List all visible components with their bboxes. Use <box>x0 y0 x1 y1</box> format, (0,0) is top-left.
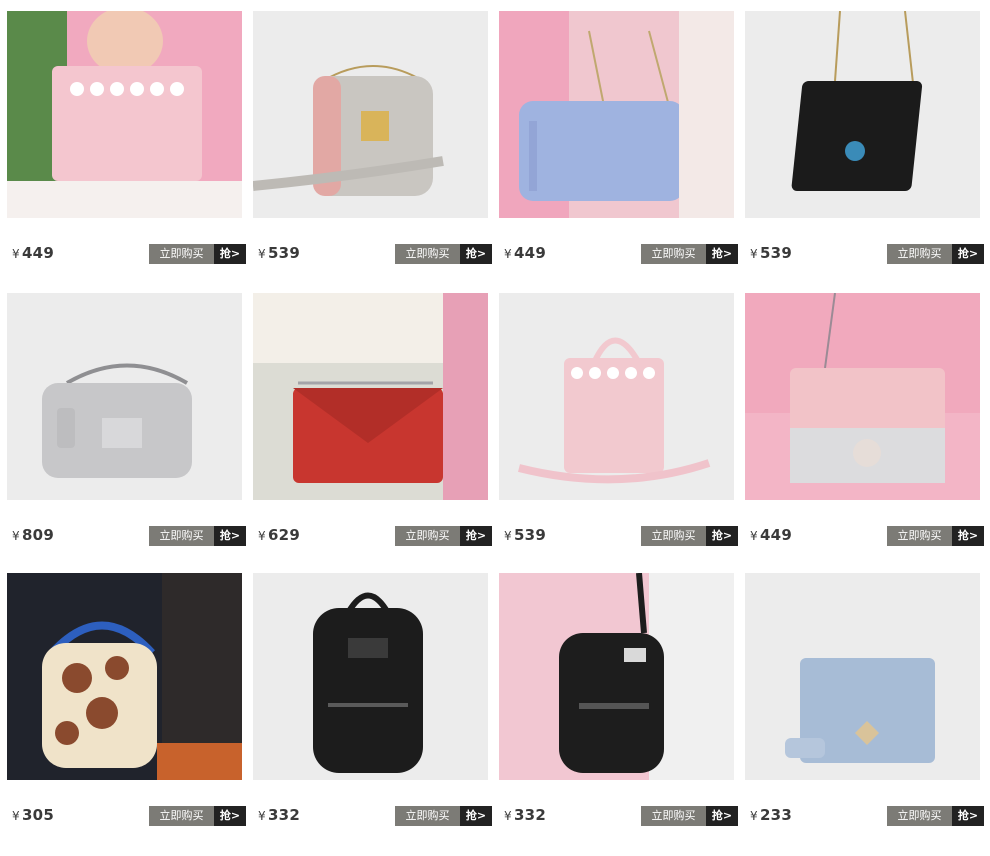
grab-label: 抢> <box>706 806 738 826</box>
buy-now-label: 立即购买 <box>149 526 214 546</box>
price-value: 332 <box>513 806 547 824</box>
buy-now-button[interactable]: 立即购买 抢> <box>395 526 492 546</box>
currency-symbol: ¥ <box>12 529 20 543</box>
product-card[interactable]: ¥332 立即购买 抢> <box>499 573 738 833</box>
product-image[interactable] <box>499 11 734 218</box>
product-image[interactable] <box>253 573 488 780</box>
price-value: 629 <box>267 526 301 544</box>
product-card[interactable]: ¥539 立即购买 抢> <box>253 11 492 271</box>
price-value: 539 <box>267 244 301 262</box>
currency-symbol: ¥ <box>750 529 758 543</box>
price-value: 449 <box>21 244 55 262</box>
product-card[interactable]: ¥449 立即购买 抢> <box>745 293 984 553</box>
price-value: 449 <box>759 526 793 544</box>
grab-label: 抢> <box>460 244 492 264</box>
buy-now-button[interactable]: 立即购买 抢> <box>887 526 984 546</box>
price-value: 233 <box>759 806 793 824</box>
product-image[interactable] <box>499 573 734 780</box>
product-card[interactable]: ¥539 立即购买 抢> <box>499 293 738 553</box>
product-image[interactable] <box>7 11 242 218</box>
price-value: 539 <box>759 244 793 262</box>
price-value: 539 <box>513 526 547 544</box>
product-price: ¥233 <box>750 806 792 824</box>
buy-now-label: 立即购买 <box>149 244 214 264</box>
buy-now-button[interactable]: 立即购买 抢> <box>887 244 984 264</box>
product-card[interactable]: ¥233 立即购买 抢> <box>745 573 984 833</box>
grab-label: 抢> <box>952 806 984 826</box>
currency-symbol: ¥ <box>750 247 758 261</box>
product-card[interactable]: ¥305 立即购买 抢> <box>7 573 246 833</box>
currency-symbol: ¥ <box>504 529 512 543</box>
buy-now-label: 立即购买 <box>641 244 706 264</box>
product-price: ¥332 <box>504 806 546 824</box>
buy-now-button[interactable]: 立即购买 抢> <box>395 244 492 264</box>
product-price: ¥539 <box>504 526 546 544</box>
currency-symbol: ¥ <box>504 247 512 261</box>
buy-now-label: 立即购买 <box>395 244 460 264</box>
product-card[interactable]: ¥449 立即购买 抢> <box>499 11 738 271</box>
product-price: ¥305 <box>12 806 54 824</box>
product-image[interactable] <box>745 11 980 218</box>
grab-label: 抢> <box>214 526 246 546</box>
product-price: ¥449 <box>504 244 546 262</box>
currency-symbol: ¥ <box>258 247 266 261</box>
currency-symbol: ¥ <box>12 809 20 823</box>
price-value: 305 <box>21 806 55 824</box>
grab-label: 抢> <box>214 244 246 264</box>
grab-label: 抢> <box>460 806 492 826</box>
product-card[interactable]: ¥809 立即购买 抢> <box>7 293 246 553</box>
buy-now-button[interactable]: 立即购买 抢> <box>887 806 984 826</box>
product-price: ¥449 <box>750 526 792 544</box>
buy-now-button[interactable]: 立即购买 抢> <box>149 244 246 264</box>
buy-now-button[interactable]: 立即购买 抢> <box>149 806 246 826</box>
grab-label: 抢> <box>952 244 984 264</box>
buy-now-button[interactable]: 立即购买 抢> <box>149 526 246 546</box>
product-card[interactable]: ¥449 立即购买 抢> <box>7 11 246 271</box>
grab-label: 抢> <box>706 244 738 264</box>
grab-label: 抢> <box>460 526 492 546</box>
buy-now-label: 立即购买 <box>641 806 706 826</box>
product-image[interactable] <box>499 293 734 500</box>
buy-now-label: 立即购买 <box>641 526 706 546</box>
product-price: ¥539 <box>258 244 300 262</box>
product-image[interactable] <box>7 293 242 500</box>
grab-label: 抢> <box>214 806 246 826</box>
product-price: ¥449 <box>12 244 54 262</box>
product-price: ¥809 <box>12 526 54 544</box>
buy-now-button[interactable]: 立即购买 抢> <box>641 806 738 826</box>
grab-label: 抢> <box>952 526 984 546</box>
price-value: 449 <box>513 244 547 262</box>
product-card[interactable]: ¥539 立即购买 抢> <box>745 11 984 271</box>
currency-symbol: ¥ <box>12 247 20 261</box>
buy-now-button[interactable]: 立即购买 抢> <box>641 244 738 264</box>
buy-now-label: 立即购买 <box>887 806 952 826</box>
product-card[interactable]: ¥629 立即购买 抢> <box>253 293 492 553</box>
buy-now-label: 立即购买 <box>395 806 460 826</box>
product-image[interactable] <box>7 573 242 780</box>
price-value: 332 <box>267 806 301 824</box>
currency-symbol: ¥ <box>750 809 758 823</box>
buy-now-button[interactable]: 立即购买 抢> <box>641 526 738 546</box>
buy-now-label: 立即购买 <box>887 526 952 546</box>
product-price: ¥332 <box>258 806 300 824</box>
product-image[interactable] <box>745 293 980 500</box>
grab-label: 抢> <box>706 526 738 546</box>
product-image[interactable] <box>253 293 488 500</box>
buy-now-label: 立即购买 <box>149 806 214 826</box>
product-card[interactable]: ¥332 立即购买 抢> <box>253 573 492 833</box>
product-price: ¥539 <box>750 244 792 262</box>
currency-symbol: ¥ <box>258 529 266 543</box>
buy-now-label: 立即购买 <box>887 244 952 264</box>
currency-symbol: ¥ <box>258 809 266 823</box>
product-image[interactable] <box>745 573 980 780</box>
product-image[interactable] <box>253 11 488 218</box>
price-value: 809 <box>21 526 55 544</box>
product-price: ¥629 <box>258 526 300 544</box>
currency-symbol: ¥ <box>504 809 512 823</box>
buy-now-button[interactable]: 立即购买 抢> <box>395 806 492 826</box>
buy-now-label: 立即购买 <box>395 526 460 546</box>
